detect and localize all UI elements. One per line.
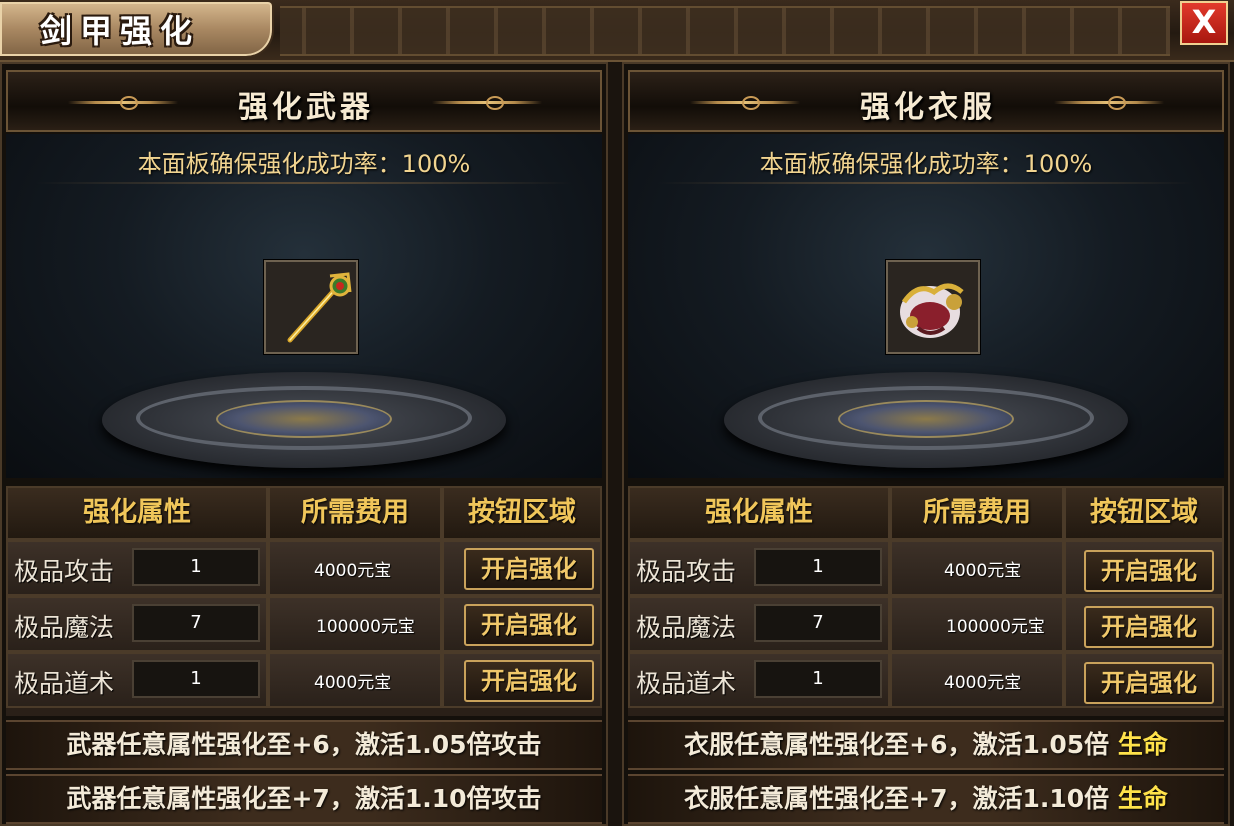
- enhance-scene: 本面板确保强化成功率：100%: [628, 134, 1224, 478]
- bonus-text: 武器任意属性强化至+7，激活1.10倍攻击: [66, 784, 542, 813]
- cost-value: 4000元宝: [314, 673, 392, 693]
- attr-name: 极品魔法: [14, 613, 115, 642]
- item-slot[interactable]: [264, 260, 358, 354]
- bonus-highlight: 生命: [1117, 784, 1168, 813]
- panel-title: 强化武器: [238, 90, 374, 125]
- window-title: 剑甲强化: [40, 12, 201, 50]
- enhance-button[interactable]: 开启强化: [464, 604, 594, 646]
- bonus-line: 衣服任意属性强化至+7，激活1.10倍 生命: [628, 774, 1224, 824]
- success-rate-text: 本面板确保强化成功率：100%: [137, 150, 471, 178]
- level-value: 1: [754, 660, 882, 698]
- platform-center: [216, 400, 392, 438]
- enhance-button[interactable]: 开启强化: [1084, 550, 1214, 592]
- attr-name: 极品攻击: [14, 557, 115, 586]
- cost-value: 4000元宝: [314, 561, 392, 581]
- armor-panel: 强化衣服 本面板确保强化成功率：100% 强化属性 所需费用 按钮区域 极品攻击…: [622, 62, 1230, 826]
- title-plate: 剑甲强化: [0, 0, 274, 58]
- close-button[interactable]: X: [1180, 1, 1228, 45]
- bonus-text: 衣服任意属性强化至+7，激活1.10倍: [684, 784, 1118, 813]
- attr-name: 极品道术: [14, 669, 115, 698]
- cost-value: 4000元宝: [944, 561, 1022, 581]
- level-value: 1: [132, 548, 260, 586]
- item-slot[interactable]: [886, 260, 980, 354]
- level-value: 1: [754, 548, 882, 586]
- header-button-area: 按钮区域: [442, 486, 602, 540]
- enhance-table: 强化属性 所需费用 按钮区域 极品攻击 1 4000元宝 开启强化 极品魔法 7…: [6, 486, 602, 716]
- enhance-scene: 本面板确保强化成功率：100%: [6, 134, 602, 478]
- header-attribute: 强化属性: [6, 486, 268, 540]
- level-value: 7: [754, 604, 882, 642]
- header-cost: 所需费用: [268, 486, 442, 540]
- platform-center: [838, 400, 1014, 438]
- bonus-line: 武器任意属性强化至+6，激活1.05倍攻击: [6, 720, 602, 770]
- header-button-area: 按钮区域: [1064, 486, 1224, 540]
- level-value: 7: [132, 604, 260, 642]
- enhance-button[interactable]: 开启强化: [1084, 606, 1214, 648]
- cost-value: 100000元宝: [946, 617, 1045, 637]
- bonus-text: 武器任意属性强化至+6，激活1.05倍攻击: [66, 730, 542, 759]
- golden-staff-icon: [287, 272, 352, 343]
- weapon-panel: 强化武器 本面板确保强化成功率：100% 强化属性 所需费用 按钮区域 极品攻击…: [0, 62, 608, 826]
- attr-name: 极品道术: [636, 669, 737, 698]
- success-rate-text: 本面板确保强化成功率：100%: [759, 150, 1093, 178]
- bonus-line: 衣服任意属性强化至+6，激活1.05倍 生命: [628, 720, 1224, 770]
- panel-title: 强化衣服: [860, 90, 996, 125]
- title-bar: 剑甲强化 X: [0, 0, 1234, 62]
- level-value: 1: [132, 660, 260, 698]
- title-bar-ornament: [280, 6, 1170, 56]
- cost-value: 100000元宝: [316, 617, 415, 637]
- armor-icon: [900, 283, 964, 338]
- header-cost: 所需费用: [890, 486, 1064, 540]
- bonus-highlight: 生命: [1117, 730, 1168, 759]
- attr-name: 极品攻击: [636, 557, 737, 586]
- cost-value: 4000元宝: [944, 673, 1022, 693]
- divider: [36, 182, 572, 184]
- enhance-table: 强化属性 所需费用 按钮区域 极品攻击 1 4000元宝 开启强化 极品魔法 7…: [628, 486, 1224, 716]
- enhance-button[interactable]: 开启强化: [464, 660, 594, 702]
- header-attribute: 强化属性: [628, 486, 890, 540]
- bonus-text: 衣服任意属性强化至+6，激活1.05倍: [684, 730, 1118, 759]
- attr-name: 极品魔法: [636, 613, 737, 642]
- enhance-button[interactable]: 开启强化: [1084, 662, 1214, 704]
- enhance-button[interactable]: 开启强化: [464, 548, 594, 590]
- divider: [658, 182, 1194, 184]
- bonus-line: 武器任意属性强化至+7，激活1.10倍攻击: [6, 774, 602, 824]
- panel-header: 强化武器: [6, 70, 602, 132]
- panel-header: 强化衣服: [628, 70, 1224, 132]
